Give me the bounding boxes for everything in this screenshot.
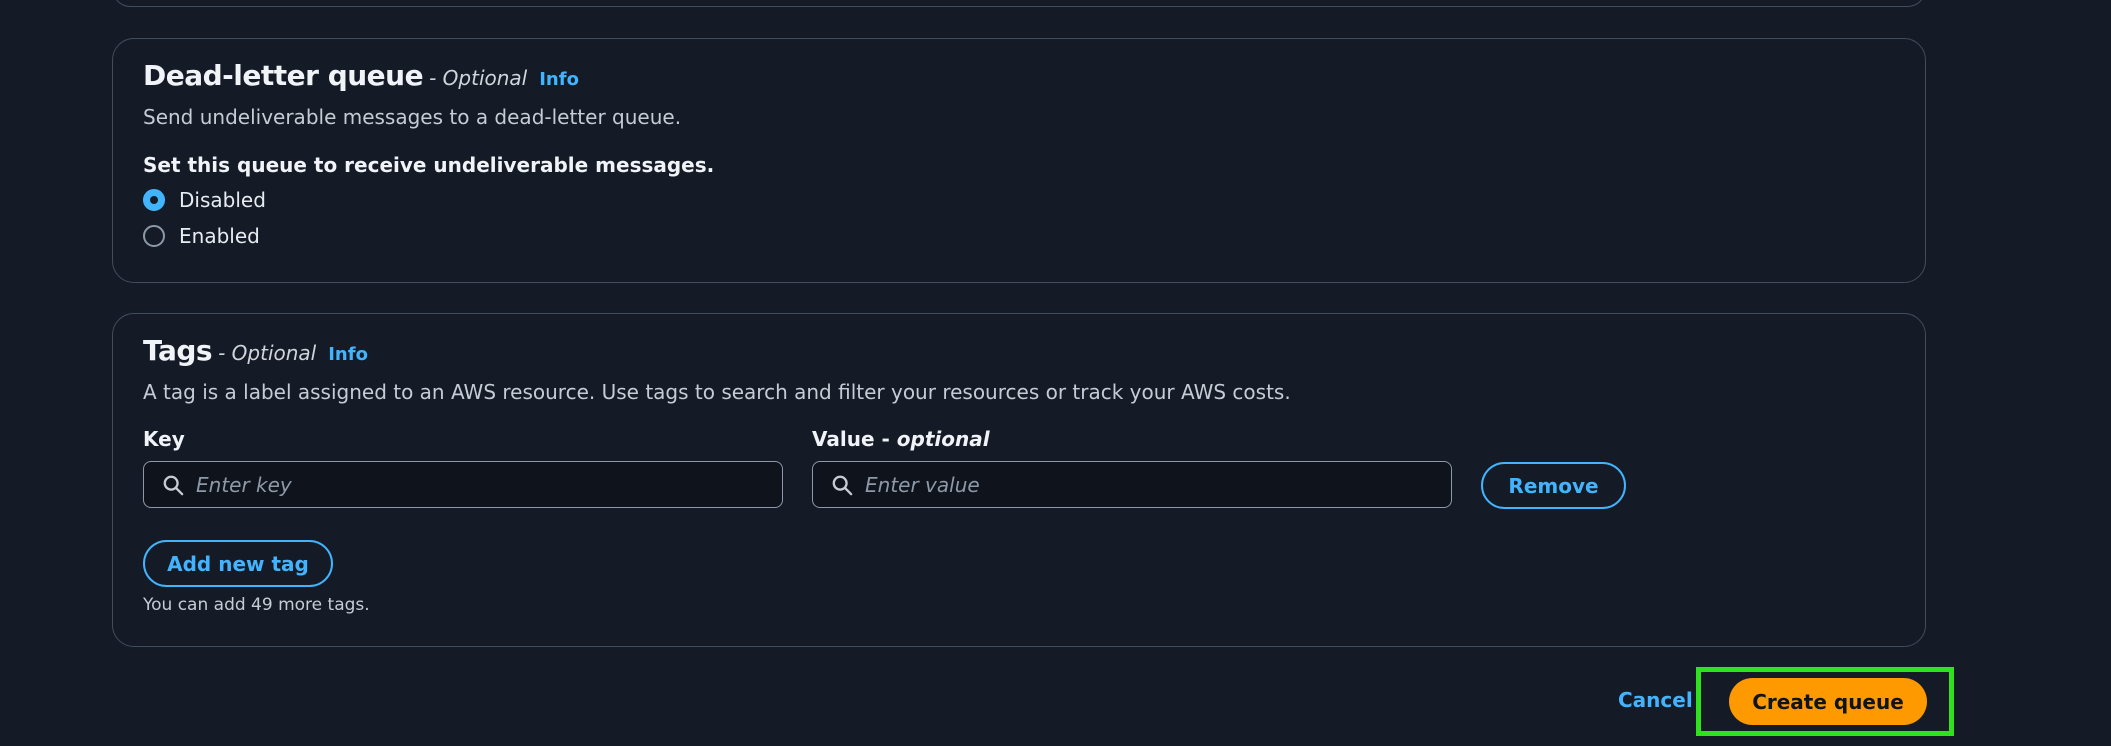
tags-optional: - Optional xyxy=(218,341,317,365)
tags-info-link[interactable]: Info xyxy=(328,344,368,365)
radio-enabled[interactable]: Enabled xyxy=(143,224,260,248)
tags-description: A tag is a label assigned to an AWS reso… xyxy=(143,380,1291,404)
cancel-button[interactable]: Cancel xyxy=(1618,688,1693,712)
dead-letter-queue-title: Dead-letter queue xyxy=(143,59,424,92)
add-new-tag-button[interactable]: Add new tag xyxy=(143,540,333,587)
key-label: Key xyxy=(143,427,185,451)
tags-section: Tags - Optional Info A tag is a label as… xyxy=(112,313,1926,647)
value-input-wrapper[interactable] xyxy=(812,461,1452,508)
tags-title: Tags xyxy=(143,334,213,367)
radio-disabled[interactable]: Disabled xyxy=(143,188,266,212)
create-queue-page: Dead-letter queue - Optional Info Send u… xyxy=(0,0,2111,746)
key-input-wrapper[interactable] xyxy=(143,461,783,508)
value-label: Value - optional xyxy=(812,427,990,451)
search-icon xyxy=(832,475,853,495)
dead-letter-queue-section: Dead-letter queue - Optional Info Send u… xyxy=(112,38,1926,283)
previous-section-card xyxy=(112,0,1926,7)
dead-letter-queue-description: Send undeliverable messages to a dead-le… xyxy=(143,105,682,129)
value-label-text: Value - xyxy=(812,427,890,451)
value-input[interactable] xyxy=(865,462,1451,507)
tags-remaining-hint: You can add 49 more tags. xyxy=(143,595,370,615)
remove-tag-button[interactable]: Remove xyxy=(1481,462,1626,509)
dead-letter-queue-question: Set this queue to receive undeliverable … xyxy=(143,153,715,177)
dead-letter-queue-info-link[interactable]: Info xyxy=(539,69,579,90)
radio-disabled-control[interactable] xyxy=(143,189,165,211)
value-label-optional: optional xyxy=(896,427,990,451)
create-queue-button[interactable]: Create queue xyxy=(1729,678,1927,725)
tags-header: Tags - Optional Info xyxy=(143,334,368,367)
search-icon xyxy=(163,475,184,495)
key-input[interactable] xyxy=(196,462,782,507)
radio-disabled-label: Disabled xyxy=(179,188,266,212)
dead-letter-queue-optional: - Optional xyxy=(429,66,528,90)
radio-enabled-label: Enabled xyxy=(179,224,260,248)
dead-letter-queue-header: Dead-letter queue - Optional Info xyxy=(143,59,579,92)
radio-enabled-control[interactable] xyxy=(143,225,165,247)
